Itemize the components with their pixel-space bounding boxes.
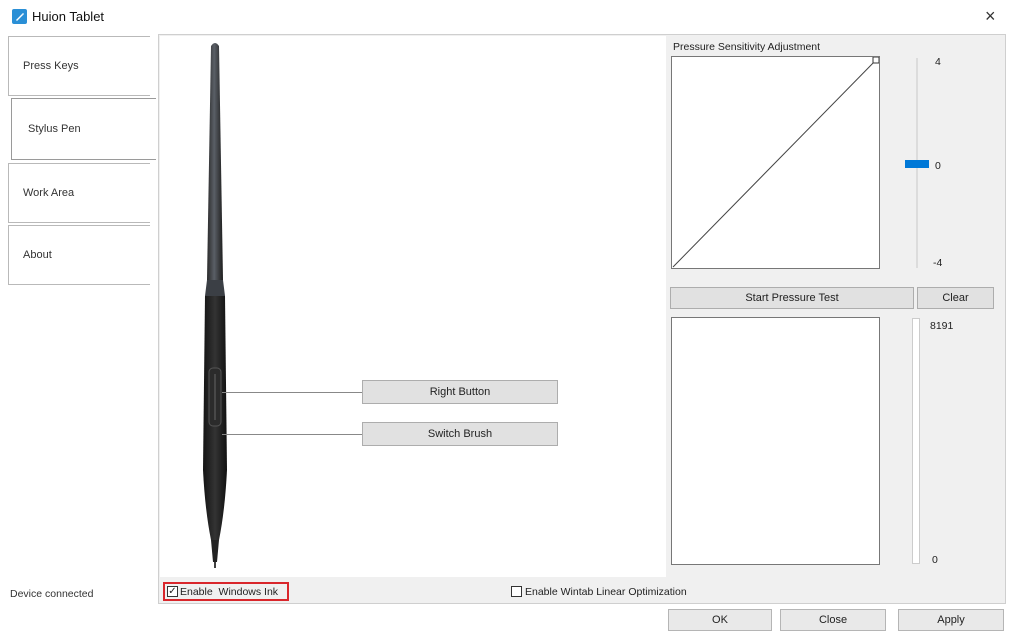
close-icon[interactable]: ×: [985, 6, 996, 27]
tab-stylus-pen[interactable]: Stylus Pen: [11, 98, 156, 160]
pressure-curve-box[interactable]: [671, 56, 880, 269]
windows-ink-checkbox[interactable]: ✓: [167, 586, 178, 597]
tab-label: Press Keys: [23, 60, 79, 72]
tab-about[interactable]: About: [8, 225, 150, 285]
pressure-min-value: 0: [932, 554, 938, 566]
clear-label: Clear: [942, 292, 969, 304]
status-text: Device connected: [10, 588, 94, 600]
apply-label: Apply: [937, 614, 965, 626]
pressure-title: Pressure Sensitivity Adjustment: [673, 41, 821, 53]
right-button-leader: [222, 392, 362, 393]
stylus-pen-image: [203, 43, 227, 568]
start-pressure-test-label: Start Pressure Test: [745, 292, 839, 304]
start-pressure-test-button[interactable]: Start Pressure Test: [670, 287, 914, 309]
windows-ink-label: Enable Windows Ink: [180, 586, 279, 598]
ok-label: OK: [712, 614, 728, 626]
pressure-level-bar: [912, 318, 920, 564]
pressure-max-value: 8191: [930, 320, 954, 332]
close-button[interactable]: Close: [780, 609, 886, 631]
right-button-assign[interactable]: Right Button: [362, 380, 558, 404]
slider-mid-label: 0: [935, 160, 941, 172]
title-bar: [0, 0, 1012, 34]
slider-max-label: 4: [935, 56, 941, 68]
tab-label: Work Area: [23, 187, 75, 199]
wintab-checkbox[interactable]: [511, 586, 522, 597]
ok-button[interactable]: OK: [668, 609, 772, 631]
close-label: Close: [818, 614, 848, 626]
huion-pen-icon: [12, 9, 27, 24]
apply-button[interactable]: Apply: [898, 609, 1004, 631]
pressure-curve: [672, 57, 879, 268]
tab-press-keys[interactable]: Press Keys: [8, 36, 150, 96]
pressure-slider-thumb[interactable]: [905, 160, 929, 168]
switch-brush-label: Switch Brush: [427, 428, 493, 440]
pressure-test-area[interactable]: [671, 317, 880, 565]
tab-work-area[interactable]: Work Area: [8, 163, 150, 223]
window-title: Huion Tablet: [32, 9, 105, 24]
switch-brush-leader: [222, 434, 362, 435]
clear-button[interactable]: Clear: [917, 287, 994, 309]
switch-brush-assign[interactable]: Switch Brush: [362, 422, 558, 446]
slider-min-label: -4: [933, 257, 943, 269]
wintab-label: Enable Wintab Linear Optimization: [525, 586, 687, 598]
tab-label: Stylus Pen: [28, 123, 81, 135]
right-button-label: Right Button: [429, 386, 491, 398]
tab-label: About: [23, 249, 52, 261]
